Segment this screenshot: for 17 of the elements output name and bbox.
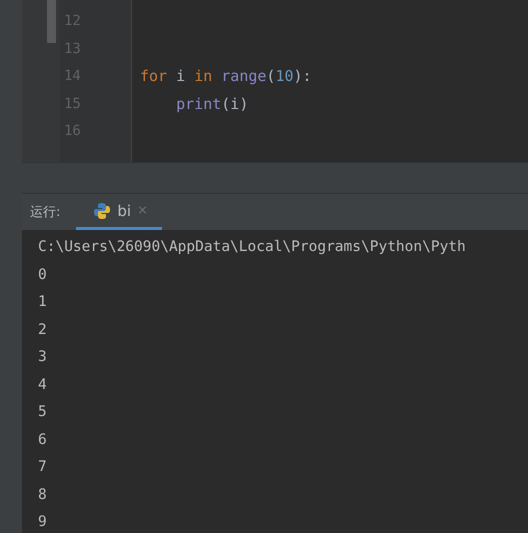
tab-label: bi (117, 202, 132, 220)
console-line: 5 (38, 403, 47, 422)
console-line: 0 (38, 266, 47, 284)
scrollbar-thumb[interactable] (47, 0, 56, 43)
console-line: 1 (38, 293, 47, 312)
console-line: 3 (38, 348, 47, 367)
code-line: print(i) (175, 94, 248, 114)
console-line: C:\Users\26090\AppData\Local\Programs\Python\Pyth (38, 238, 466, 257)
console-line: 8 (38, 486, 47, 504)
python-icon (93, 202, 112, 220)
run-label: 运行: (30, 204, 60, 221)
console-line: 6 (38, 430, 47, 450)
console-line: 2 (38, 320, 47, 340)
console-line: 4 (38, 376, 47, 394)
code-line: for i in range(10): (140, 66, 312, 87)
console-line: 7 (38, 458, 47, 477)
console-line: 9 (38, 513, 47, 532)
